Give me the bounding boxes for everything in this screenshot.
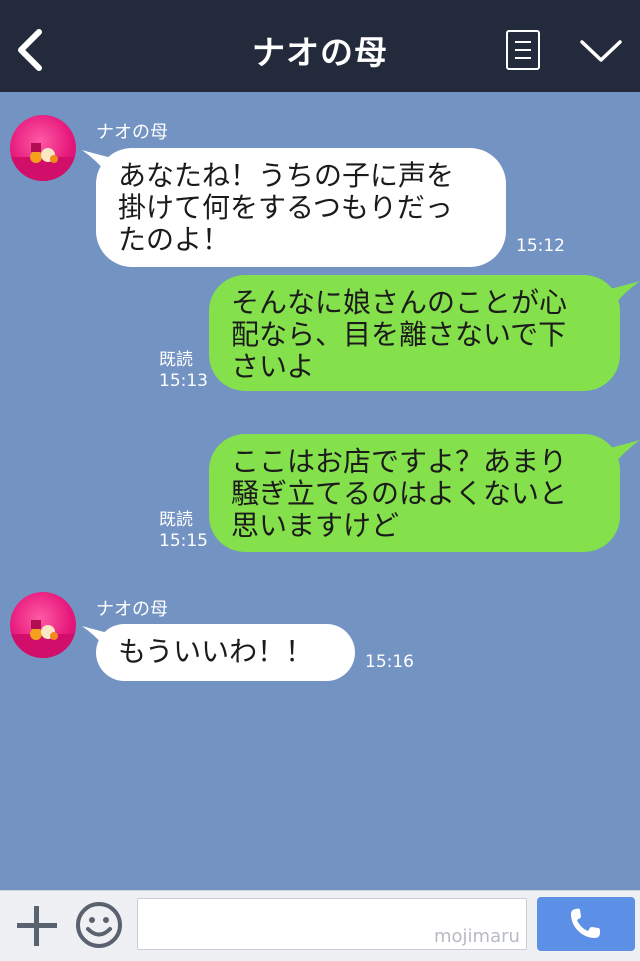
chat-title: ナオの母 <box>252 33 388 72</box>
message-bubble[interactable]: そんなに娘さんのことが心 配なら、目を離さないで下 さいよ <box>209 275 620 391</box>
message-time: 15:12 <box>516 236 565 256</box>
document-menu-icon[interactable] <box>506 30 540 70</box>
read-receipt: 既読 15:13 <box>159 350 208 391</box>
sender-name: ナオの母 <box>96 599 168 620</box>
smiley-icon[interactable] <box>74 900 124 950</box>
sender-name: ナオの母 <box>96 122 168 143</box>
message-time: 15:16 <box>365 652 414 672</box>
message-bubble[interactable]: ここはお店ですよ？あまり 騒ぎ立てるのはよくないと 思いますけど <box>209 434 620 552</box>
call-button[interactable] <box>537 897 635 951</box>
message-bubble[interactable]: あなたね！うちの子に声を 掛けて何をするつもりだっ たのよ！ <box>96 148 506 267</box>
profile-avatar-icon <box>10 620 76 658</box>
read-receipt: 既読 15:15 <box>159 510 208 551</box>
watermark: mojimaru <box>434 926 520 947</box>
phone-icon <box>571 908 600 938</box>
chevron-down-icon[interactable] <box>578 36 624 66</box>
plus-icon[interactable] <box>15 904 59 948</box>
avatar[interactable] <box>10 115 76 181</box>
chat-area[interactable]: ナオの母 あなたね！うちの子に声を 掛けて何をするつもりだっ たのよ！ 15:1… <box>0 92 640 890</box>
profile-avatar-icon <box>10 143 76 181</box>
avatar[interactable] <box>10 592 76 658</box>
message-bubble[interactable]: もういいわ！！ <box>96 624 355 681</box>
chat-header: ナオの母 <box>0 0 640 92</box>
